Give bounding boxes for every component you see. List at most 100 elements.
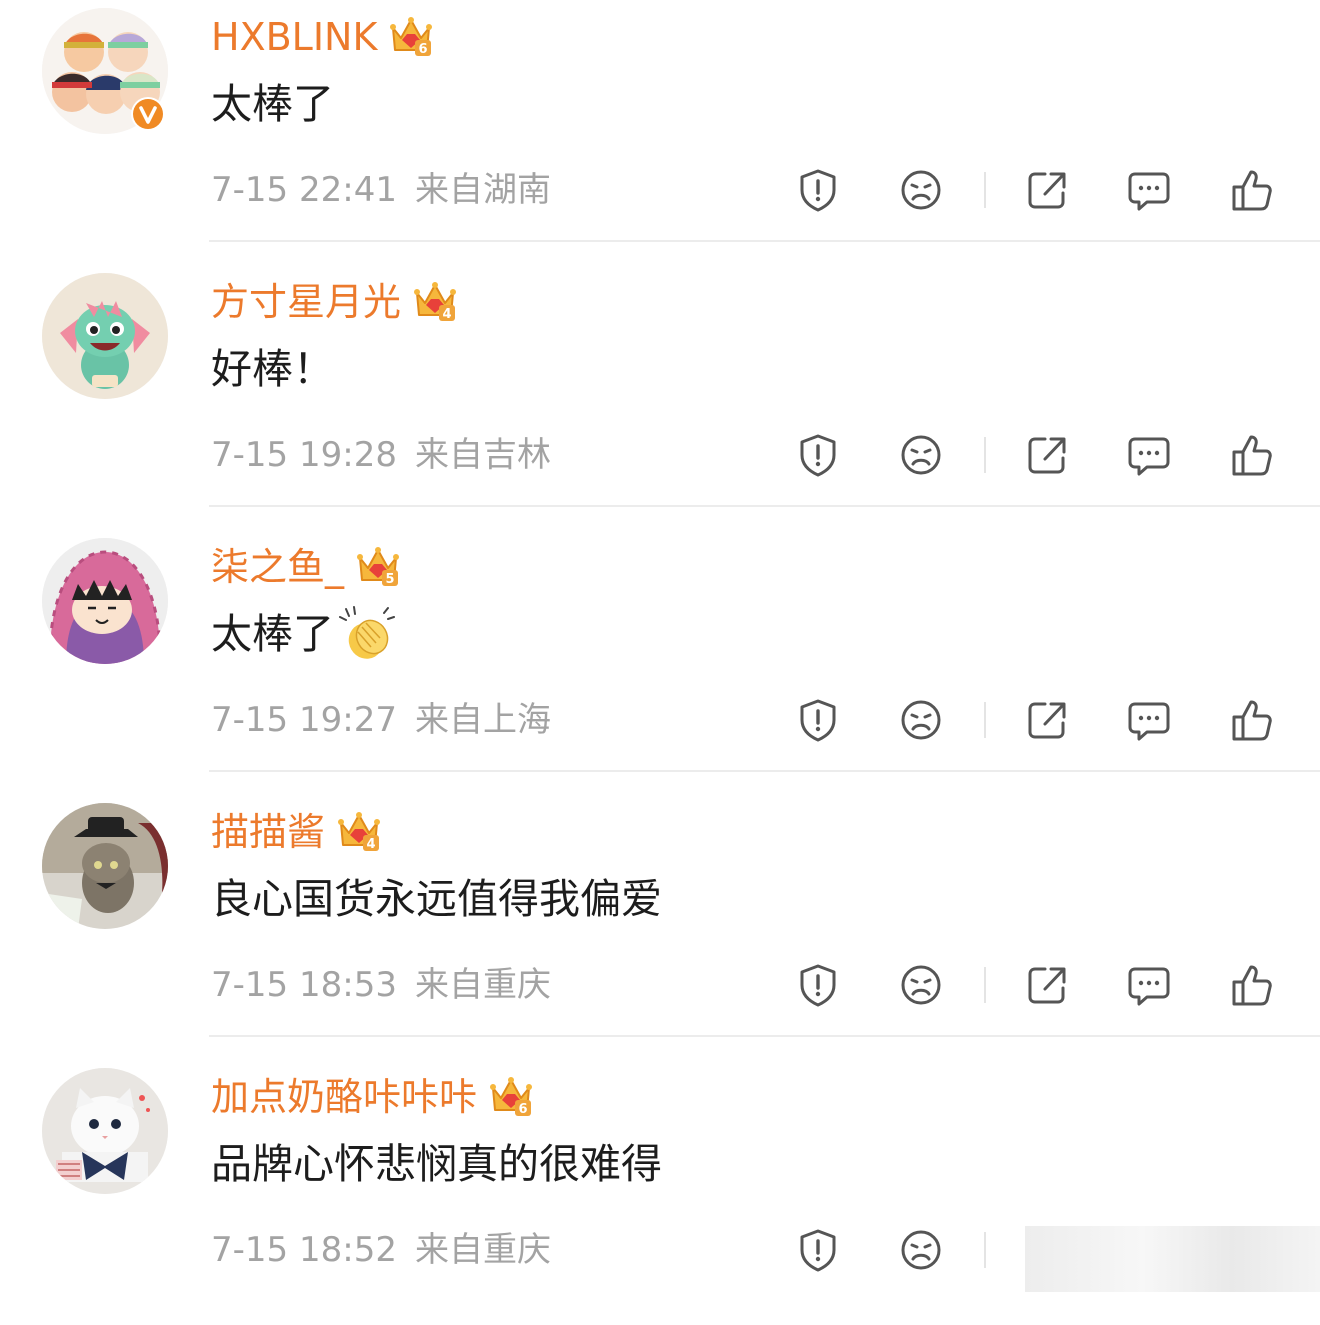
reply-button[interactable]: [1125, 696, 1173, 744]
avatar[interactable]: [42, 538, 168, 664]
dislike-icon: [901, 700, 941, 740]
username-row: 柒之鱼_ 5: [211, 544, 400, 590]
username-row: 描描酱 4: [211, 809, 381, 855]
avatar[interactable]: [42, 273, 168, 399]
username[interactable]: HXBLINK: [211, 14, 377, 60]
comment-location: 来自重庆: [414, 1230, 551, 1270]
comment-location: 来自吉林: [414, 435, 551, 475]
dislike-button[interactable]: [897, 166, 945, 214]
like-button[interactable]: [1228, 431, 1276, 479]
comment-text: 好棒！: [211, 345, 334, 393]
dislike-button[interactable]: [897, 431, 945, 479]
dislike-icon: [901, 170, 941, 210]
vip-crown-icon: 6: [489, 1076, 533, 1118]
share-button[interactable]: [1023, 696, 1071, 744]
comment-location: 来自湖南: [414, 170, 551, 210]
username-row: 加点奶酪咔咔咔 6: [211, 1074, 533, 1120]
like-button[interactable]: [1228, 961, 1276, 1009]
comment-meta: 7-15 18:53 来自重庆: [211, 961, 551, 1009]
share-button[interactable]: [1023, 431, 1071, 479]
report-button[interactable]: [794, 1226, 842, 1274]
like-button[interactable]: [1228, 166, 1276, 214]
like-icon: [1232, 435, 1272, 476]
reply-button[interactable]: [1125, 431, 1173, 479]
comment-meta: 7-15 22:41 来自湖南: [211, 166, 551, 214]
comment-time: 7-15 18:52: [211, 1230, 397, 1270]
comment-location: 来自上海: [414, 700, 551, 740]
like-icon: [1232, 965, 1272, 1006]
comment-meta: 7-15 19:27 来自上海: [211, 696, 551, 744]
username[interactable]: 加点奶酪咔咔咔: [211, 1074, 477, 1120]
vip-crown-icon: 5: [356, 546, 400, 588]
like-icon: [1232, 700, 1272, 741]
vip-level: 6: [419, 42, 428, 57]
dislike-icon: [901, 1230, 941, 1270]
comment-divider: [209, 240, 1320, 242]
username[interactable]: 方寸星月光: [211, 279, 401, 325]
reply-button[interactable]: [1125, 961, 1173, 1009]
vip-crown-icon: 6: [389, 16, 433, 58]
action-separator: [984, 437, 986, 473]
comment-time: 7-15 19:28: [211, 435, 397, 475]
comment-meta: 7-15 18:52 来自重庆: [211, 1226, 551, 1274]
like-icon: [1232, 170, 1272, 211]
reply-icon: [1128, 967, 1170, 1006]
comment-content: 品牌心怀悲悯真的很难得: [211, 1136, 662, 1192]
dislike-icon: [901, 965, 941, 1005]
username[interactable]: 描描酱: [211, 809, 325, 855]
comment-divider: [209, 770, 1320, 772]
comment-item: 柒之鱼_ 5 太棒了 7-15 19:27 来自上海: [0, 530, 1320, 795]
report-icon: [800, 699, 836, 742]
avatar[interactable]: [42, 803, 168, 929]
share-icon: [1028, 172, 1066, 209]
avatar[interactable]: [42, 1068, 168, 1194]
report-icon: [800, 169, 836, 212]
report-button[interactable]: [794, 696, 842, 744]
report-icon: [800, 1229, 836, 1272]
report-button[interactable]: [794, 961, 842, 1009]
reply-icon: [1128, 702, 1170, 741]
obscured-region: [1025, 1226, 1320, 1292]
reply-icon: [1128, 437, 1170, 476]
dislike-button[interactable]: [897, 961, 945, 1009]
share-icon: [1028, 437, 1066, 474]
dislike-icon: [901, 435, 941, 475]
vip-level: 4: [442, 307, 451, 322]
comment-content: 太棒了: [211, 606, 396, 662]
comment-text: 太棒了: [211, 80, 334, 128]
comment-item: 描描酱 4 良心国货永远值得我偏爱 7-15 18:53 来自重庆: [0, 795, 1320, 1060]
vip-crown-icon: 4: [337, 811, 381, 853]
report-button[interactable]: [794, 431, 842, 479]
report-button[interactable]: [794, 166, 842, 214]
comment-content: 太棒了: [211, 76, 334, 132]
reply-icon: [1128, 172, 1170, 211]
clapping-hands-emoji: [338, 605, 396, 663]
dislike-button[interactable]: [897, 696, 945, 744]
comment-content: 良心国货永远值得我偏爱: [211, 871, 662, 927]
share-icon: [1028, 702, 1066, 739]
comment-content: 好棒！: [211, 341, 334, 397]
comment-location: 来自重庆: [414, 965, 551, 1005]
vip-level: 6: [518, 1102, 527, 1117]
username[interactable]: 柒之鱼_: [211, 544, 344, 590]
comment-text: 品牌心怀悲悯真的很难得: [211, 1140, 662, 1188]
vip-level: 5: [385, 572, 394, 587]
comment-divider: [209, 1035, 1320, 1037]
like-button[interactable]: [1228, 696, 1276, 744]
share-button[interactable]: [1023, 961, 1071, 1009]
verified-badge-icon: [131, 97, 165, 131]
username-row: HXBLINK 6: [211, 14, 433, 60]
username-row: 方寸星月光 4: [211, 279, 457, 325]
comment-meta: 7-15 19:28 来自吉林: [211, 431, 551, 479]
reply-button[interactable]: [1125, 166, 1173, 214]
share-icon: [1028, 967, 1066, 1004]
comment-time: 7-15 22:41: [211, 170, 397, 210]
action-separator: [984, 967, 986, 1003]
dislike-button[interactable]: [897, 1226, 945, 1274]
report-icon: [800, 434, 836, 477]
comment-item: 方寸星月光 4 好棒！ 7-15 19:28 来自吉林: [0, 265, 1320, 530]
vip-level: 4: [366, 837, 375, 852]
report-icon: [800, 964, 836, 1007]
share-button[interactable]: [1023, 166, 1071, 214]
comment-time: 7-15 19:27: [211, 700, 397, 740]
